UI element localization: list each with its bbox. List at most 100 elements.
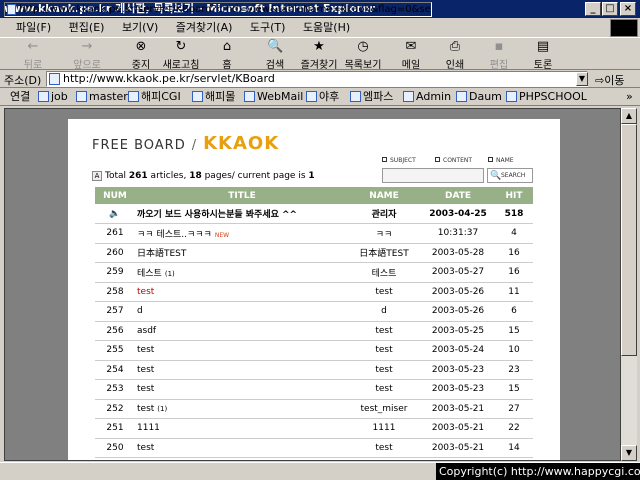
favorites-button[interactable]: ★ 즐겨찾기 xyxy=(296,39,342,71)
col-hit: HIT xyxy=(495,187,533,204)
search-icon: 🔍 xyxy=(490,171,502,181)
close-button[interactable]: × xyxy=(620,2,636,16)
table-row[interactable]: 250 test test 2003-05-21 14 xyxy=(95,438,533,458)
scroll-down-button[interactable]: ▼ xyxy=(621,445,637,461)
row-name: d xyxy=(347,301,421,322)
link-item[interactable]: master xyxy=(76,88,128,106)
row-title-link[interactable]: d xyxy=(137,306,143,316)
history-button[interactable]: ◷ 목록보기 xyxy=(340,39,386,71)
row-title-link[interactable]: 테스트 xyxy=(137,269,162,279)
link-item[interactable]: 야후 xyxy=(306,88,339,106)
row-name: test xyxy=(347,379,421,400)
row-name: test xyxy=(347,282,421,302)
row-name: test xyxy=(347,340,421,361)
board-page: FREE BOARD / KKAOK SUBJECT CONTENT NAME AT… xyxy=(68,119,560,460)
row-date: 2003-05-28 xyxy=(421,243,495,263)
menu-favorites[interactable]: 즐겨찾기(A) xyxy=(176,21,233,34)
checkbox-icon[interactable] xyxy=(488,157,493,162)
notice-date: 2003-04-25 xyxy=(421,204,495,224)
table-row[interactable]: 257 d d 2003-05-26 6 xyxy=(95,301,533,322)
link-item[interactable]: Admin xyxy=(403,88,451,106)
row-title-link[interactable]: test xyxy=(137,365,154,375)
home-button[interactable]: ⌂ 홈 xyxy=(204,39,250,71)
checkbox-icon[interactable] xyxy=(382,157,387,162)
menu-view[interactable]: 보기(V) xyxy=(122,21,158,34)
row-date: 2003-05-26 xyxy=(421,301,495,322)
notice-title[interactable]: 까오기 보드 사용하시는분들 봐주세요 ^^ xyxy=(135,204,347,224)
notice-row[interactable]: 🔈 까오기 보드 사용하시는분들 봐주세요 ^^ 관리자 2003-04-25 … xyxy=(95,204,533,224)
row-title-link[interactable]: test xyxy=(137,345,154,355)
row-title-link[interactable]: 1111 xyxy=(137,423,160,433)
table-row[interactable]: 259 테스트 (1) 테스트 2003-05-27 16 xyxy=(95,262,533,283)
print-button[interactable]: ⎙ 인쇄 xyxy=(432,39,478,71)
link-item[interactable]: WebMail xyxy=(244,88,303,106)
row-title-link[interactable]: asdf xyxy=(137,326,156,336)
checkbox-icon[interactable] xyxy=(435,157,440,162)
back-button[interactable]: ← 뒤로 xyxy=(10,39,56,71)
link-page-icon xyxy=(506,91,517,102)
link-item[interactable]: Daum xyxy=(456,88,502,106)
maximize-button[interactable]: □ xyxy=(602,2,618,16)
board-search-button[interactable]: 🔍 SEARCH xyxy=(487,168,533,183)
table-row[interactable]: 254 test test 2003-05-23 23 xyxy=(95,360,533,380)
discuss-button[interactable]: ▤ 토론 xyxy=(520,39,566,71)
link-item[interactable]: PHPSCHOOL xyxy=(506,88,587,106)
vertical-scrollbar[interactable]: ▲ ▼ xyxy=(621,108,637,461)
row-name: test_miser xyxy=(347,399,421,419)
row-title-link[interactable]: ㅋㅋ 테스트..ㅋㅋㅋ xyxy=(137,230,212,240)
row-name: test xyxy=(347,438,421,458)
table-row[interactable]: 260 日本語TEST 日本語TEST 2003-05-28 16 xyxy=(95,243,533,263)
row-hit: 27 xyxy=(495,399,533,419)
all-articles-icon[interactable]: A xyxy=(92,171,102,181)
notice-hit: 518 xyxy=(495,204,533,224)
edit-button[interactable]: ▪ 편집 xyxy=(476,39,522,71)
table-row[interactable]: 256 asdf test 2003-05-25 15 xyxy=(95,321,533,341)
table-row[interactable]: 258 test test 2003-05-26 11 xyxy=(95,282,533,302)
menu-tools[interactable]: 도구(T) xyxy=(250,21,286,34)
row-title-link[interactable]: test xyxy=(137,443,154,453)
table-row[interactable]: 253 test test 2003-05-23 15 xyxy=(95,379,533,400)
menu-help[interactable]: 도움말(H) xyxy=(303,21,350,34)
table-row[interactable]: 261 ㅋㅋ 테스트..ㅋㅋㅋ NEW ㅋㅋ 10:31:37 4 xyxy=(95,223,533,244)
address-input[interactable]: http://www.kkaok.pe.kr/servlet/KBoard xyxy=(46,71,588,87)
search-button[interactable]: 🔍 검색 xyxy=(252,39,298,71)
scroll-thumb[interactable] xyxy=(621,124,637,356)
search-option-content[interactable]: CONTENT xyxy=(435,157,472,164)
address-dropdown-button[interactable]: ▼ xyxy=(576,72,588,86)
col-title: TITLE xyxy=(135,187,347,204)
row-title-link[interactable]: test xyxy=(137,404,154,414)
links-more-button[interactable]: » xyxy=(626,88,633,106)
row-hit: 6 xyxy=(495,301,533,322)
row-title-link[interactable]: test xyxy=(137,287,154,297)
mail-button[interactable]: ✉ 메일 xyxy=(388,39,434,71)
row-num: 257 xyxy=(95,301,135,322)
row-date: 2003-05-25 xyxy=(421,321,495,341)
menu-file[interactable]: 파일(F) xyxy=(16,21,51,34)
search-option-name[interactable]: NAME xyxy=(488,157,514,164)
link-item[interactable]: 해피CGI xyxy=(128,88,181,106)
refresh-button[interactable]: ↻ 새로고침 xyxy=(158,39,204,71)
link-item[interactable]: 해피몰 xyxy=(192,88,235,106)
row-title-link[interactable]: test xyxy=(137,384,154,394)
table-row[interactable]: 251 1111 1111 2003-05-21 22 xyxy=(95,418,533,439)
link-item[interactable]: job xyxy=(38,88,68,106)
minimize-button[interactable]: _ xyxy=(585,2,601,16)
comment-count: (1) xyxy=(157,404,168,413)
link-item[interactable]: 엠파스 xyxy=(350,88,393,106)
go-button[interactable]: ⇨이동 xyxy=(595,72,624,88)
row-title-cell: test xyxy=(135,360,347,380)
row-hit: 16 xyxy=(495,262,533,283)
table-row[interactable]: 255 test test 2003-05-24 10 xyxy=(95,340,533,361)
table-row[interactable]: 252 test (1) test_miser 2003-05-21 27 xyxy=(95,399,533,419)
row-date: 2003-05-23 xyxy=(421,379,495,400)
menu-edit[interactable]: 편집(E) xyxy=(69,21,105,34)
row-title-link[interactable]: 日本語TEST xyxy=(137,249,186,259)
scroll-up-button[interactable]: ▲ xyxy=(621,108,637,124)
row-num: 260 xyxy=(95,243,135,263)
search-option-subject[interactable]: SUBJECT xyxy=(382,157,416,164)
board-search-input[interactable] xyxy=(382,168,484,183)
forward-button[interactable]: → 앞으로 xyxy=(64,39,110,71)
row-title-cell: test xyxy=(135,282,347,302)
mail-icon: ✉ xyxy=(405,39,417,54)
stop-icon: ⊗ xyxy=(135,39,147,54)
